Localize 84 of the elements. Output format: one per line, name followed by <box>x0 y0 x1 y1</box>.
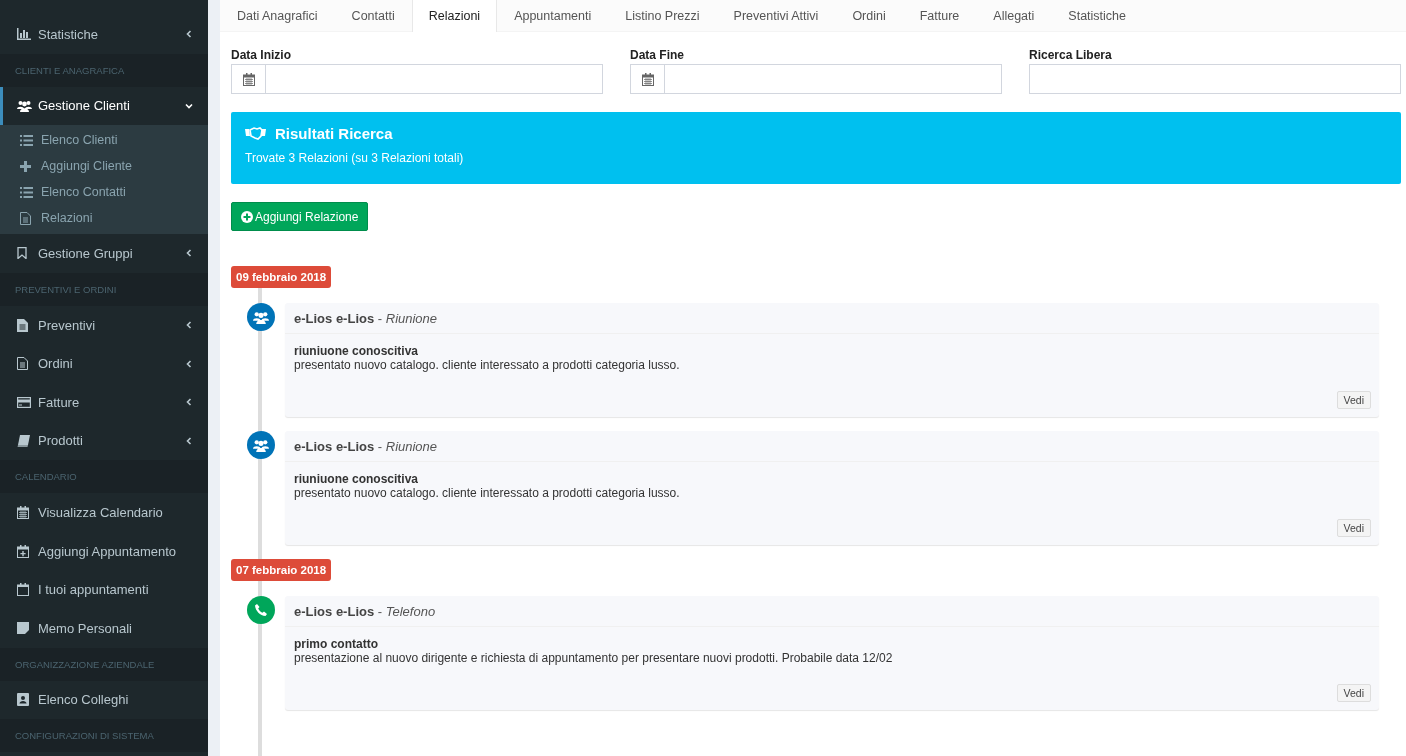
bar-chart-icon <box>17 28 31 41</box>
view-button[interactable]: Vedi <box>1336 684 1371 702</box>
tab[interactable]: Appuntamenti <box>497 0 609 31</box>
calendar-icon[interactable] <box>641 72 654 86</box>
chevron-icon[interactable] <box>185 101 193 110</box>
sidebar-item[interactable]: Elenco Colleghi <box>0 680 208 720</box>
calendar-plus-icon <box>17 544 29 558</box>
users-icon <box>253 310 269 324</box>
sidebar-item[interactable]: Gestione Gruppi <box>0 234 208 273</box>
chevron-icon[interactable] <box>185 398 193 407</box>
chevron-icon[interactable] <box>185 359 193 368</box>
submenu-item[interactable]: Elenco Clienti <box>0 127 208 154</box>
submenu-item[interactable]: Elenco Contatti <box>0 179 208 206</box>
calendar-icon <box>17 505 29 519</box>
field-label: Ricerca Libera <box>1029 48 1113 62</box>
list-icon <box>20 134 33 146</box>
sidebar-section-title: CONFIGURAZIONI DI SISTEMA <box>15 730 154 742</box>
bookmark-icon <box>17 247 27 260</box>
submenu-item[interactable]: Relazioni <box>0 205 208 232</box>
calendar-icon <box>17 583 29 597</box>
contact-card-icon <box>17 693 29 707</box>
document-icon <box>17 357 28 371</box>
calendar-icon[interactable] <box>242 72 255 86</box>
phone-icon <box>255 604 267 616</box>
sidebar-section-title: PREVENTIVI E ORDINI <box>15 283 117 295</box>
timeline-header: e-Lios e-Lios - Riunione <box>294 311 438 326</box>
sidebar-item[interactable]: Memo Personali <box>0 608 208 648</box>
users-icon <box>253 438 269 452</box>
date-field[interactable] <box>664 64 1002 94</box>
view-button[interactable]: Vedi <box>1336 519 1371 537</box>
sidebar-item[interactable]: Fatture <box>0 382 208 422</box>
date-label: 07 febbraio 2018 <box>231 559 332 581</box>
sidebar-item[interactable]: Statistiche <box>0 15 208 54</box>
chevron-icon[interactable] <box>185 321 193 330</box>
results-text: Trovate 3 Relazioni (su 3 Relazioni totali) <box>245 151 465 165</box>
sidebar-item[interactable]: I tuoi appuntamenti <box>0 570 208 609</box>
list-icon <box>20 186 33 198</box>
tab[interactable]: Listino Prezzi <box>608 0 717 31</box>
note-icon <box>17 622 29 635</box>
sidebar-section-title: CALENDARIO <box>15 471 77 483</box>
timeline-text: presentato nuovo catalogo. cliente interessato a prodotti categoria lusso. <box>294 358 680 372</box>
tab[interactable]: Relazioni <box>411 0 498 32</box>
date-field[interactable] <box>265 64 603 94</box>
document-icon <box>17 318 28 332</box>
field-label: Data Fine <box>630 48 685 62</box>
timeline-title: riuniuone conoscitiva <box>294 344 420 358</box>
sidebar-item[interactable]: Prodotti <box>0 421 208 461</box>
sidebar-section-title: ORGANIZZAZIONE AZIENDALE <box>15 658 155 670</box>
tab[interactable]: Contatti <box>334 0 412 31</box>
tab[interactable]: Fatture <box>902 0 977 31</box>
submenu-item[interactable]: Aggiungi Cliente <box>0 153 208 180</box>
tab[interactable]: Preventivi Attivi <box>716 0 836 31</box>
tab[interactable]: Statistiche <box>1051 0 1143 31</box>
tab[interactable]: Ordini <box>835 0 903 31</box>
timeline-text: presentato nuovo catalogo. cliente interessato a prodotti categoria lusso. <box>294 486 680 500</box>
sidebar-item[interactable]: Ordini <box>0 344 208 383</box>
timeline-header: e-Lios e-Lios - Riunione <box>294 439 438 454</box>
document-icon <box>20 211 31 225</box>
search-field[interactable] <box>1029 64 1401 94</box>
plus-icon <box>20 160 31 172</box>
calendar-button[interactable] <box>630 64 664 94</box>
chevron-icon[interactable] <box>185 436 193 445</box>
sidebar-item[interactable]: Preventivi <box>0 305 208 345</box>
calendar-button[interactable] <box>231 64 265 94</box>
sidebar-item[interactable]: Aggiungi Appuntamento <box>0 531 208 571</box>
timeline-text: presentazione al nuovo dirigente e richiesta di appuntamento per presentare nuovi prodotti. Probabile data 12/02 <box>294 651 893 665</box>
results-title: Risultati Ricerca <box>275 125 393 142</box>
timeline-title: primo contatto <box>294 637 379 651</box>
timeline-header: e-Lios e-Lios - Telefono <box>294 604 436 619</box>
field-label: Data Inizio <box>231 48 292 62</box>
sidebar-item[interactable]: Visualizza Calendario <box>0 493 208 532</box>
credit-card-icon <box>17 396 31 408</box>
timeline-title: riuniuone conoscitiva <box>294 472 420 486</box>
date-label: 09 febbraio 2018 <box>231 266 332 288</box>
users-icon <box>17 99 32 112</box>
handshake-icon <box>245 127 266 140</box>
chevron-icon[interactable] <box>185 30 193 39</box>
book-icon <box>17 434 30 447</box>
view-button[interactable]: Vedi <box>1336 391 1371 409</box>
plus-circle-icon <box>241 210 253 223</box>
chevron-icon[interactable] <box>185 249 193 258</box>
tab[interactable]: Allegati <box>976 0 1052 31</box>
tab[interactable]: Dati Anagrafici <box>220 0 335 31</box>
sidebar-section-title: CLIENTI E ANAGRAFICA <box>15 64 125 76</box>
